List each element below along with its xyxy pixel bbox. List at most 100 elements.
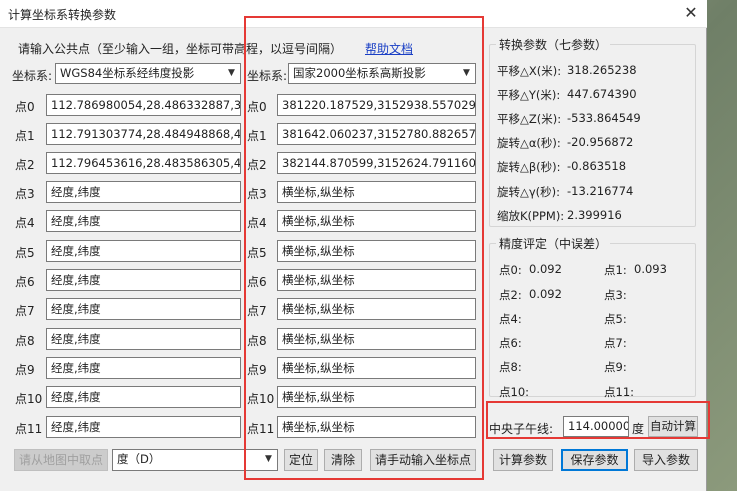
meridian-unit: 度 <box>632 422 645 436</box>
point-label: 点10 <box>247 392 275 406</box>
left-point-input[interactable]: 经度,纬度 <box>46 386 241 408</box>
param-value: -13.216774 <box>567 184 634 198</box>
left-point-input[interactable]: 经度,纬度 <box>46 328 241 350</box>
point-label: 点9 <box>247 363 267 377</box>
param-label: 旋转△α(秒): <box>497 136 561 150</box>
right-point-input[interactable]: 横坐标,纵坐标 <box>277 328 476 350</box>
point-label: 点1 <box>15 129 35 143</box>
point-label: 点11 <box>15 422 43 436</box>
pick-from-map-button[interactable]: 请从地图中取点 <box>14 449 108 471</box>
right-crs-label: 坐标系: <box>247 69 288 83</box>
instruction-text: 请输入公共点（至少输入一组，坐标可带高程，以逗号间隔） <box>18 42 343 56</box>
point-label: 点0 <box>15 100 35 114</box>
title-bar: 计算坐标系转换参数 ✕ <box>0 0 707 28</box>
point-label: 点6 <box>247 275 267 289</box>
window-title: 计算坐标系转换参数 <box>8 8 117 22</box>
left-point-input[interactable]: 经度,纬度 <box>46 298 241 320</box>
accuracy-label: 点0: <box>499 263 522 277</box>
auto-calc-button[interactable]: 自动计算 <box>648 416 698 437</box>
left-crs-label: 坐标系: <box>12 69 53 83</box>
accuracy-label: 点4: <box>499 312 522 326</box>
point-label: 点4 <box>15 216 35 230</box>
chevron-down-icon: ▼ <box>228 68 235 78</box>
accuracy-title: 精度评定（中误差） <box>496 235 611 252</box>
compute-button[interactable]: 计算参数 <box>493 449 553 471</box>
param-value: 2.399916 <box>567 208 622 222</box>
save-button[interactable]: 保存参数 <box>561 449 628 471</box>
manual-input-button[interactable]: 请手动输入坐标点 <box>370 449 476 471</box>
right-point-input[interactable]: 横坐标,纵坐标 <box>277 269 476 291</box>
accuracy-label: 点6: <box>499 336 522 350</box>
accuracy-label: 点7: <box>604 336 627 350</box>
transform-params-dialog: 计算坐标系转换参数 ✕ 请输入公共点（至少输入一组，坐标可带高程，以逗号间隔） … <box>0 0 710 491</box>
meridian-input[interactable]: 114.000000 <box>563 416 629 437</box>
right-point-input[interactable]: 横坐标,纵坐标 <box>277 298 476 320</box>
point-label: 点3 <box>247 187 267 201</box>
point-label: 点8 <box>15 334 35 348</box>
meridian-label: 中央子午线: <box>489 422 554 436</box>
point-label: 点8 <box>247 334 267 348</box>
unit-value: 度（D） <box>117 452 161 466</box>
right-point-input[interactable]: 横坐标,纵坐标 <box>277 416 476 438</box>
right-point-input[interactable]: 横坐标,纵坐标 <box>277 210 476 232</box>
unit-select[interactable]: 度（D） ▼ <box>112 449 278 471</box>
right-point-input[interactable]: 横坐标,纵坐标 <box>277 357 476 379</box>
left-point-input[interactable]: 经度,纬度 <box>46 181 241 203</box>
close-icon[interactable]: ✕ <box>678 2 704 24</box>
param-label: 缩放K(PPM): <box>497 209 565 223</box>
accuracy-value: 0.093 <box>634 262 667 276</box>
right-point-input[interactable]: 横坐标,纵坐标 <box>277 181 476 203</box>
chevron-down-icon: ▼ <box>463 68 470 78</box>
point-label: 点0 <box>247 100 267 114</box>
accuracy-label: 点2: <box>499 288 522 302</box>
left-point-input[interactable]: 经度,纬度 <box>46 210 241 232</box>
param-label: 平移△Y(米): <box>497 88 561 102</box>
left-point-input[interactable]: 112.786980054,28.486332887,34.642 <box>46 94 241 116</box>
param-label: 平移△Z(米): <box>497 112 562 126</box>
accuracy-value: 0.092 <box>529 287 562 301</box>
accuracy-label: 点1: <box>604 263 627 277</box>
left-point-input[interactable]: 经度,纬度 <box>46 357 241 379</box>
params-title: 转换参数（七参数） <box>496 36 611 53</box>
right-point-input[interactable]: 381642.060237,3152780.882657,59.04 <box>277 123 476 145</box>
left-point-input[interactable]: 经度,纬度 <box>46 269 241 291</box>
accuracy-label: 点3: <box>604 288 627 302</box>
point-label: 点10 <box>15 392 43 406</box>
point-label: 点2 <box>15 158 35 172</box>
param-label: 平移△X(米): <box>497 64 562 78</box>
param-value: -0.863518 <box>567 159 627 173</box>
param-value: -533.864549 <box>567 111 641 125</box>
clear-button[interactable]: 清除 <box>324 449 362 471</box>
point-label: 点6 <box>15 275 35 289</box>
help-link[interactable]: 帮助文档 <box>365 40 413 57</box>
point-label: 点5 <box>247 246 267 260</box>
left-point-input[interactable]: 112.791303774,28.484948868,42.263 <box>46 123 241 145</box>
point-label: 点9 <box>15 363 35 377</box>
point-label: 点11 <box>247 422 275 436</box>
point-label: 点4 <box>247 216 267 230</box>
right-point-input[interactable]: 382144.870599,3152624.791160,57.13 <box>277 152 476 174</box>
param-value: 447.674390 <box>567 87 637 101</box>
param-label: 旋转△γ(秒): <box>497 185 560 199</box>
right-point-input[interactable]: 381220.187529,3152938.557029,51.441 <box>277 94 476 116</box>
right-crs-value: 国家2000坐标系高斯投影 <box>293 66 426 80</box>
left-crs-select[interactable]: WGS84坐标系经纬度投影 ▼ <box>55 63 241 84</box>
left-point-input[interactable]: 112.796453616,28.483586305,40.374 <box>46 152 241 174</box>
param-label: 旋转△β(秒): <box>497 160 561 174</box>
right-point-input[interactable]: 横坐标,纵坐标 <box>277 240 476 262</box>
locate-button[interactable]: 定位 <box>284 449 318 471</box>
accuracy-label: 点11: <box>604 385 635 399</box>
left-point-input[interactable]: 经度,纬度 <box>46 416 241 438</box>
right-point-input[interactable]: 横坐标,纵坐标 <box>277 386 476 408</box>
accuracy-label: 点9: <box>604 360 627 374</box>
accuracy-value: 0.092 <box>529 262 562 276</box>
left-crs-value: WGS84坐标系经纬度投影 <box>60 66 195 80</box>
right-crs-select[interactable]: 国家2000坐标系高斯投影 ▼ <box>288 63 476 84</box>
left-point-input[interactable]: 经度,纬度 <box>46 240 241 262</box>
point-label: 点5 <box>15 246 35 260</box>
param-value: -20.956872 <box>567 135 634 149</box>
point-label: 点3 <box>15 187 35 201</box>
accuracy-label: 点10: <box>499 385 530 399</box>
import-button[interactable]: 导入参数 <box>634 449 698 471</box>
chevron-down-icon: ▼ <box>265 454 272 464</box>
